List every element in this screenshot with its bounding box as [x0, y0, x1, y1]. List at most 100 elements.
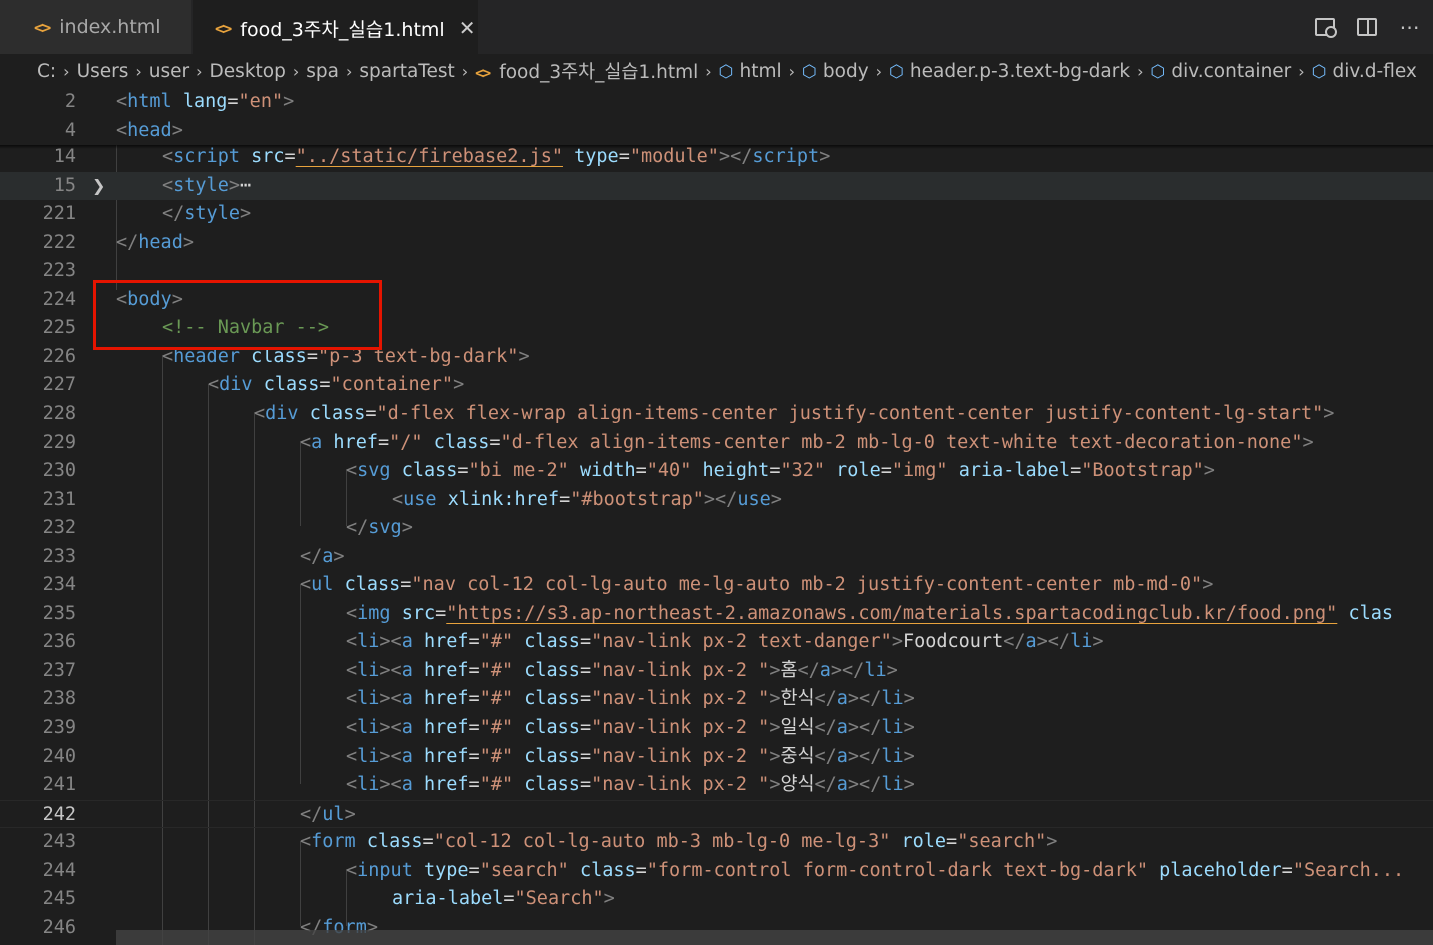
close-icon[interactable]: ✕ [459, 16, 476, 40]
breadcrumb-item[interactable]: ⬡ html [719, 61, 782, 82]
code-token: > [819, 146, 831, 167]
code-token: href [423, 631, 469, 653]
code-token: ></ [703, 488, 738, 510]
breadcrumb-item[interactable]: ⬡ div.d-flex [1312, 61, 1417, 82]
code-token: class [433, 431, 490, 453]
code-line[interactable]: 227 <div class="container"> [0, 371, 1433, 399]
code-token: = [579, 745, 592, 767]
code-token: style [173, 174, 229, 196]
code-line[interactable]: 237 <li><a href="#" class="nav-link px-2 … [0, 657, 1433, 685]
code-token: "#" [479, 745, 514, 767]
code-token: class [524, 717, 580, 738]
code-token: li [881, 688, 904, 710]
code-token: </ [797, 659, 820, 681]
code-token: = [579, 717, 592, 738]
breadcrumb-item[interactable]: <> food_3주차_실습1.html [475, 58, 698, 84]
code-line[interactable]: 241 <li><a href="#" class="nav-link px-2 … [0, 771, 1433, 799]
code-line[interactable]: 229 <a href="/" class="d-flex align-items… [0, 429, 1433, 457]
code-line[interactable]: 236 <li><a href="#" class="nav-link px-2 … [0, 628, 1433, 656]
breadcrumb-item[interactable]: spa [306, 61, 339, 82]
code-token: > [903, 688, 915, 710]
code-token: "../static/firebase2.js" [295, 146, 563, 167]
tab-bar: <> index.html <> food_3주차_실습1.html ✕ ⋯ [0, 0, 1433, 54]
breadcrumb-item[interactable]: ⬡ header.p-3.text-bg-dark [889, 61, 1130, 82]
code-line[interactable]: 244 <input type="search" class="form-cont… [0, 857, 1433, 885]
chevron-right-icon: › [196, 61, 203, 81]
sticky-scroll-line[interactable]: 2 <html lang="en"> [0, 88, 1433, 116]
code-token: = [400, 574, 412, 596]
breadcrumb-item[interactable]: Users [77, 61, 129, 82]
more-actions-icon[interactable]: ⋯ [1399, 15, 1421, 39]
code-line[interactable]: 15 ❯ <style>⋯ [0, 171, 1433, 200]
code-line[interactable]: 240 <li><a href="#" class="nav-link px-2 … [0, 743, 1433, 771]
code-line[interactable]: 234 <ul class="nav col-12 col-lg-auto me-… [0, 571, 1433, 599]
open-preview-icon[interactable] [1315, 18, 1337, 38]
code-token: ></ [847, 774, 882, 796]
code-line[interactable]: 233 </a> [0, 543, 1433, 571]
tab-food-html[interactable]: <> food_3주차_실습1.html ✕ [193, 0, 478, 54]
code-line[interactable]: 14 <script src="../static/firebase2.js" t… [0, 143, 1433, 171]
code-line[interactable]: 232 </svg> [0, 514, 1433, 542]
code-line[interactable]: 228 <div class="d-flex flex-wrap align-it… [0, 400, 1433, 428]
code-token: a [311, 431, 323, 453]
code-text: <svg class="bi me-2" width="40" height="… [346, 457, 1215, 485]
code-token: 홈 [780, 659, 798, 681]
code-token: = [468, 717, 480, 738]
code-token: class [524, 745, 580, 767]
tab-index-html[interactable]: <> index.html [0, 0, 192, 54]
breadcrumb-item[interactable]: Desktop [210, 61, 286, 82]
split-editor-icon[interactable] [1357, 18, 1377, 36]
code-token: = [284, 146, 296, 167]
breadcrumb-item[interactable]: ⬡ body [802, 61, 869, 82]
sticky-scroll-line[interactable]: 4 <head> [0, 117, 1433, 145]
code-text: <li><a href="#" class="nav-link px-2 ">한… [346, 685, 915, 713]
breadcrumb-item[interactable]: C: [37, 61, 56, 82]
code-token: </ [116, 231, 139, 253]
code-text: <input type="search" class="form-control… [346, 857, 1404, 885]
chevron-right-icon: › [135, 61, 142, 81]
code-token: < [346, 631, 358, 653]
code-token: </ [814, 717, 837, 738]
code-text: <script src="../static/firebase2.js" typ… [162, 143, 830, 171]
code-token: a [836, 717, 848, 738]
breadcrumb-item[interactable]: ⬡ div.container [1151, 61, 1292, 82]
code-token: 양식 [780, 774, 815, 796]
code-token: > [1202, 574, 1214, 596]
code-line[interactable]: 242 </ul> [0, 799, 1433, 828]
code-token: = [559, 488, 571, 510]
breadcrumb-item[interactable]: spartaTest [359, 61, 454, 82]
breadcrumb-item[interactable]: user [149, 61, 189, 82]
code-token: = [579, 688, 592, 710]
code-line[interactable]: 230 <svg class="bi me-2" width="40" heigh… [0, 457, 1433, 485]
horizontal-scrollbar[interactable] [116, 930, 1433, 945]
code-line[interactable]: 243 <form class="col-12 col-lg-auto mb-3 … [0, 828, 1433, 856]
code-token: "nav-link px-2 " [591, 688, 770, 710]
fold-chevron-icon[interactable]: ❯ [92, 172, 105, 200]
code-line[interactable]: 235 <img src="https://s3.ap-northeast-2.a… [0, 600, 1433, 628]
code-line[interactable]: 245 aria-label="Search"> [0, 885, 1433, 913]
code-token: > [769, 774, 781, 796]
code-line[interactable]: 238 <li><a href="#" class="nav-link px-2 … [0, 685, 1433, 713]
code-line[interactable]: 221 </style> [0, 200, 1433, 228]
code-line[interactable]: 222 </head> [0, 229, 1433, 257]
code-token: href [423, 774, 469, 796]
code-token: class [401, 460, 458, 482]
code-token: input [357, 859, 413, 881]
code-token: "nav-link px-2 " [591, 717, 770, 738]
code-token: > [344, 803, 356, 825]
code-token: < [346, 745, 358, 767]
code-token: > [1302, 431, 1314, 453]
breadcrumb-label: Desktop [209, 60, 286, 82]
code-token: = [1070, 460, 1082, 482]
code-line[interactable]: 231 <use xlink:href="#bootstrap"></use> [0, 486, 1433, 514]
code-editor[interactable]: 2 <html lang="en"> 4 <head> 14 <script src=".… [0, 88, 1433, 945]
code-line[interactable]: 239 <li><a href="#" class="nav-link px-2 … [0, 714, 1433, 742]
